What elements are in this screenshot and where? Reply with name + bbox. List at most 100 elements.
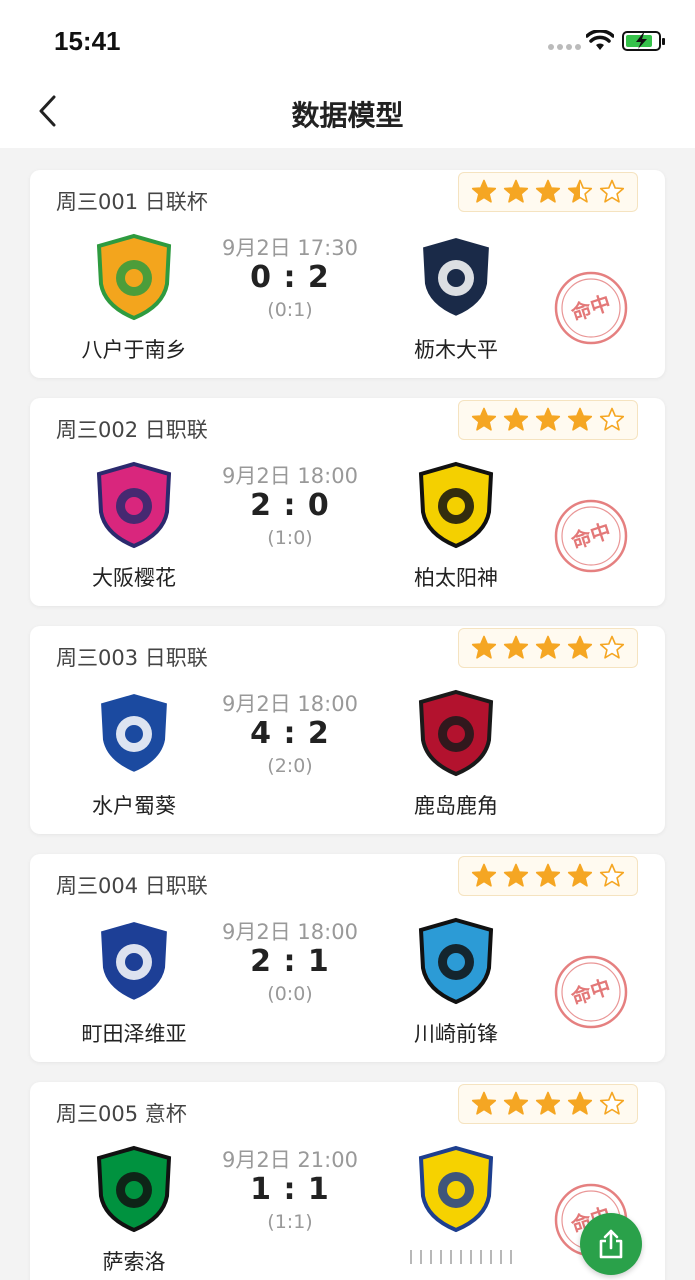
- match-list: 周三001 日联杯 八户于南乡 9月2日 17:30 0 : 2 (0:1) 枥…: [30, 170, 665, 1280]
- away-team-name: 川崎前锋: [414, 1022, 498, 1046]
- match-time: 9月2日 18:00: [222, 692, 358, 716]
- star-rating: [458, 400, 638, 440]
- star-icon: [535, 179, 561, 203]
- match-label: 周三001 日联杯: [56, 190, 208, 214]
- half-time-score: (2:0): [267, 755, 313, 777]
- star-icon: [567, 863, 593, 887]
- away-team-logo: [418, 917, 494, 1005]
- star-icon: [535, 407, 561, 431]
- home-team-logo: [96, 689, 172, 777]
- match-label: 周三005 意杯: [56, 1102, 187, 1126]
- away-team-logo: [418, 1145, 494, 1233]
- hit-stamp-text: 命中: [568, 974, 613, 1009]
- home-team: 水户蜀葵: [64, 688, 204, 820]
- away-team-name: 鹿岛鹿角: [414, 794, 498, 818]
- match-info: 9月2日 21:00 1 : 1 (1:1): [210, 1144, 370, 1233]
- star-icon: [567, 407, 593, 431]
- home-team-logo: [96, 233, 172, 321]
- away-team-logo: [418, 689, 494, 777]
- match-score: 4 : 2: [250, 716, 330, 751]
- status-time: 15:41: [54, 26, 121, 56]
- match-card[interactable]: 周三002 日职联 大阪樱花 9月2日 18:00 2 : 0 (1:0) 柏太…: [30, 398, 665, 606]
- star-icon: [535, 863, 561, 887]
- signal-icon: [548, 44, 581, 50]
- home-team-name: 萨索洛: [102, 1250, 166, 1274]
- star-icon: [471, 863, 497, 887]
- share-button[interactable]: [580, 1213, 642, 1275]
- star-icon: [599, 179, 625, 203]
- star-rating: [458, 1084, 638, 1124]
- star-icon: [567, 635, 593, 659]
- status-bar: 15:41: [0, 0, 695, 80]
- away-team: 柏太阳神: [386, 460, 526, 592]
- home-team-logo: [96, 917, 172, 1005]
- star-icon: [471, 635, 497, 659]
- home-team-logo: [96, 461, 172, 549]
- nav-bar: 数据模型: [0, 80, 695, 148]
- match-card[interactable]: 周三003 日职联 水户蜀葵 9月2日 18:00 4 : 2 (2:0) 鹿岛…: [30, 626, 665, 834]
- match-card[interactable]: 周三004 日职联 町田泽维亚 9月2日 18:00 2 : 1 (0:0) 川…: [30, 854, 665, 1062]
- match-card[interactable]: 周三001 日联杯 八户于南乡 9月2日 17:30 0 : 2 (0:1) 枥…: [30, 170, 665, 378]
- star-icon: [599, 407, 625, 431]
- match-score: 2 : 0: [250, 488, 330, 523]
- half-time-score: (1:1): [267, 1211, 313, 1233]
- home-team: 八户于南乡: [64, 232, 204, 364]
- away-team-name: 枥木大平: [414, 338, 498, 362]
- star-rating: [458, 856, 638, 896]
- match-score: 0 : 2: [250, 260, 330, 295]
- share-icon: [599, 1229, 623, 1259]
- match-info: 9月2日 18:00 2 : 0 (1:0): [210, 460, 370, 549]
- star-icon: [503, 179, 529, 203]
- match-score: 2 : 1: [250, 944, 330, 979]
- star-icon: [471, 179, 497, 203]
- home-team-name: 水户蜀葵: [92, 794, 176, 818]
- star-icon: [535, 1091, 561, 1115]
- hit-stamp-text: 命中: [568, 518, 613, 553]
- away-team: 鹿岛鹿角: [386, 688, 526, 820]
- star-icon: [503, 1091, 529, 1115]
- star-icon: [503, 635, 529, 659]
- home-team-name: 町田泽维亚: [81, 1022, 187, 1046]
- match-time: 9月2日 18:00: [222, 920, 358, 944]
- star-icon: [471, 407, 497, 431]
- half-time-score: (0:0): [267, 983, 313, 1005]
- star-icon: [599, 635, 625, 659]
- hit-stamp: 命中: [554, 499, 628, 573]
- home-team-logo: [96, 1145, 172, 1233]
- hit-stamp: 命中: [554, 271, 628, 345]
- home-team-name: 大阪樱花: [92, 566, 176, 590]
- away-team: [386, 1144, 526, 1246]
- wifi-icon: [586, 30, 614, 50]
- hit-stamp: 命中: [554, 955, 628, 1029]
- battery-charging-icon: [622, 31, 665, 51]
- match-info: 9月2日 17:30 0 : 2 (0:1): [210, 232, 370, 321]
- half-time-score: (1:0): [267, 527, 313, 549]
- home-team: 町田泽维亚: [64, 916, 204, 1048]
- page-title: 数据模型: [291, 99, 404, 132]
- match-info: 9月2日 18:00 2 : 1 (0:0): [210, 916, 370, 1005]
- match-time: 9月2日 17:30: [222, 236, 358, 260]
- star-icon: [599, 863, 625, 887]
- match-label: 周三003 日职联: [56, 646, 208, 670]
- away-team-name: 柏太阳神: [414, 566, 498, 590]
- match-time: 9月2日 18:00: [222, 464, 358, 488]
- match-info: 9月2日 18:00 4 : 2 (2:0): [210, 688, 370, 777]
- away-team: 川崎前锋: [386, 916, 526, 1048]
- match-card[interactable]: 周三005 意杯 萨索洛 9月2日 21:00 1 : 1 (1:1) 命中: [30, 1082, 665, 1280]
- star-icon: [567, 179, 593, 203]
- match-label: 周三002 日职联: [56, 418, 208, 442]
- match-time: 9月2日 21:00: [222, 1148, 358, 1172]
- star-icon: [599, 1091, 625, 1115]
- away-team-logo: [418, 233, 494, 321]
- match-label: 周三004 日职联: [56, 874, 208, 898]
- home-indicator: [402, 1250, 520, 1264]
- star-icon: [503, 863, 529, 887]
- hit-stamp-text: 命中: [568, 290, 613, 325]
- star-icon: [535, 635, 561, 659]
- half-time-score: (0:1): [267, 299, 313, 321]
- away-team-logo: [418, 461, 494, 549]
- star-icon: [503, 407, 529, 431]
- match-score: 1 : 1: [250, 1172, 330, 1207]
- star-icon: [567, 1091, 593, 1115]
- home-team: 萨索洛: [64, 1144, 204, 1276]
